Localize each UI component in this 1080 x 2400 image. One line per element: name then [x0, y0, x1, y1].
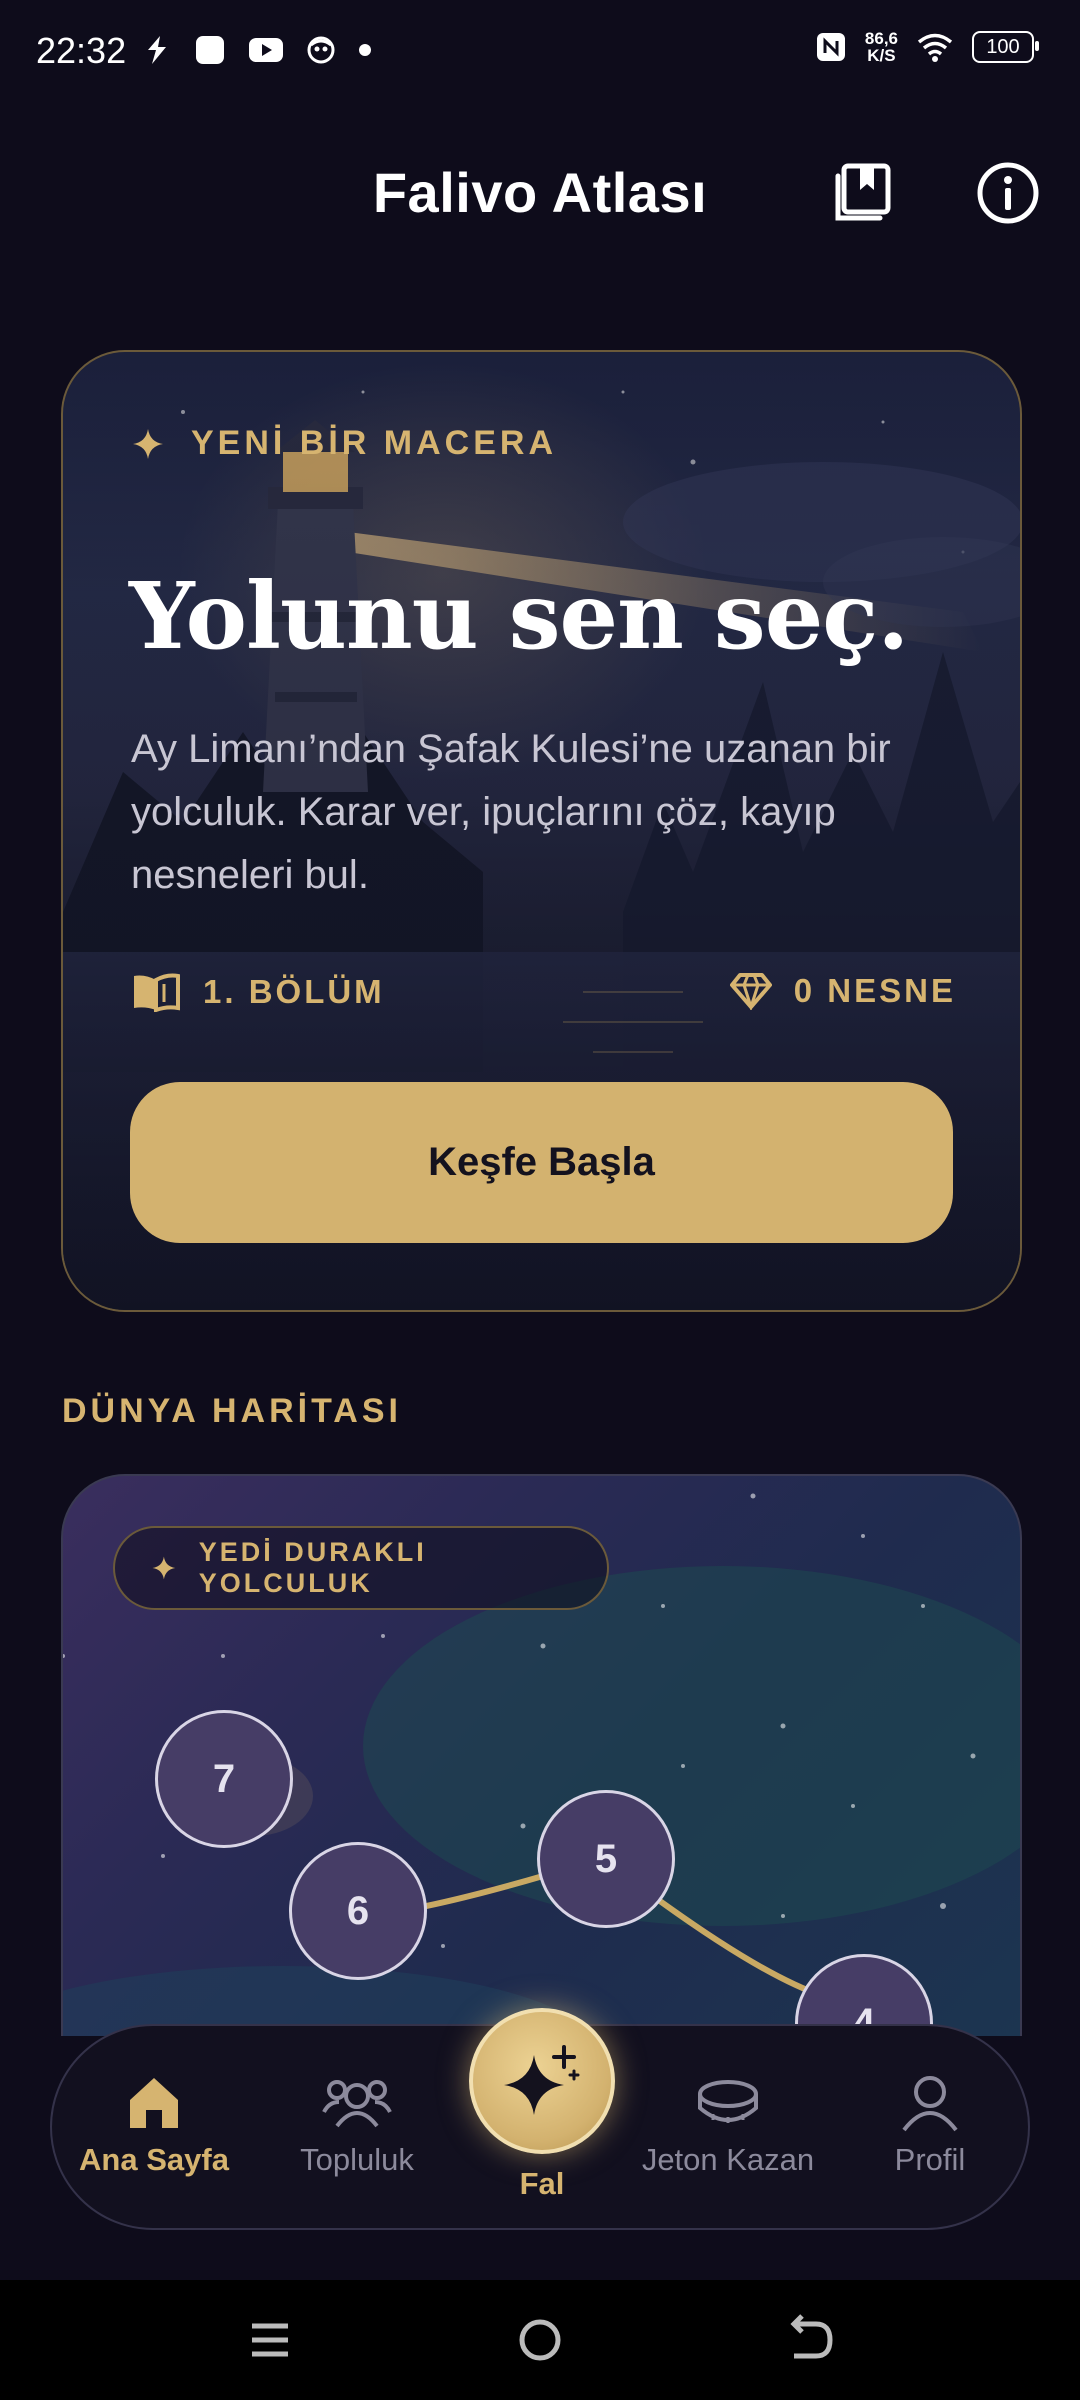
status-time: 22:32 — [36, 30, 127, 71]
journey-chip: YEDİ DURAKLI YOLCULUK — [113, 1526, 609, 1610]
back-arrow-icon — [790, 2314, 833, 2359]
smiley-icon — [307, 36, 335, 64]
nav-fortune-button[interactable] — [469, 2008, 615, 2154]
page-title: Falivo Atlası — [372, 161, 708, 224]
status-system-icons: 86,6 K/S 100 — [815, 30, 1039, 64]
wifi-icon — [917, 33, 953, 62]
circle-home-icon — [519, 2319, 561, 2361]
dot-icon — [359, 44, 371, 56]
nav-community-label: Topluluk — [300, 2142, 414, 2177]
sparkle-icon — [133, 428, 163, 459]
system-navigation-bar — [0, 2280, 1080, 2400]
start-exploring-button[interactable]: Keşfe Başla — [130, 1082, 953, 1243]
info-icon — [977, 162, 1039, 224]
chapter-label: 1. BÖLÜM — [203, 973, 385, 1010]
coin-icon — [698, 2080, 758, 2123]
network-speed-unit: K/S — [867, 46, 896, 65]
menu-icon — [252, 2323, 288, 2357]
recents-button[interactable] — [240, 2310, 300, 2370]
hero-tag: YENİ BİR MACERA — [131, 424, 557, 463]
chapter-indicator: 1. BÖLÜM — [131, 972, 385, 1012]
hero-description: Ay Limanı’ndan Şafak Kulesi’ne uzanan bi… — [131, 727, 891, 897]
back-button[interactable] — [780, 2310, 840, 2370]
nav-community[interactable]: Topluluk — [257, 2070, 457, 2178]
sparkle-icon — [152, 1556, 176, 1580]
hero-tag-label: YENİ BİR MACERA — [191, 424, 558, 462]
map-node-7[interactable]: 7 — [155, 1710, 293, 1848]
bolt-icon — [148, 36, 166, 64]
home-icon — [130, 2078, 178, 2128]
map-node-6[interactable]: 6 — [289, 1842, 427, 1980]
saved-stories-button[interactable] — [830, 160, 896, 226]
items-indicator: 0 NESNE — [729, 972, 956, 1010]
bookmark-book-icon — [835, 163, 891, 221]
hero-title: Yolunu sen seç. — [129, 562, 909, 670]
nav-earn-coins[interactable]: Jeton Kazan — [628, 2070, 828, 2178]
status-notification-icons — [142, 34, 372, 66]
world-map-section-title: DÜNYA HARİTASI — [62, 1392, 402, 1430]
youtube-icon — [249, 38, 283, 62]
nav-earn-coins-label: Jeton Kazan — [641, 2142, 815, 2177]
nav-fortune-label: Fal — [519, 2166, 565, 2201]
network-speed-value: 86,6 — [864, 29, 898, 48]
journey-chip-label: YEDİ DURAKLI YOLCULUK — [198, 1537, 427, 1598]
nav-profile[interactable]: Profil — [830, 2070, 1030, 2178]
profile-icon — [902, 2076, 958, 2132]
bottom-navigation: Ana Sayfa Topluluk Fal Jeton Kazan Profi… — [50, 2008, 1030, 2230]
battery-level: 100 — [986, 35, 1020, 58]
open-book-icon — [134, 973, 180, 1012]
diamond-icon — [729, 973, 772, 1010]
adventure-hero-card: YENİ BİR MACERA Yolunu sen seç. Ay Liman… — [61, 350, 1022, 1312]
community-icon — [322, 2080, 392, 2128]
map-node-5[interactable]: 5 — [537, 1790, 675, 1928]
info-button[interactable] — [975, 160, 1041, 226]
nav-profile-label: Profil — [894, 2142, 966, 2177]
app-square-icon — [196, 36, 224, 64]
status-bar: 22:32 86,6 K/S 100 — [0, 0, 1080, 100]
nav-home[interactable]: Ana Sayfa — [54, 2070, 254, 2178]
sparkle-icon — [504, 2045, 580, 2115]
nav-home-label: Ana Sayfa — [79, 2142, 229, 2177]
nfc-icon — [816, 33, 845, 61]
network-speed: 86,6 K/S — [865, 30, 898, 64]
battery-icon: 100 — [972, 31, 1039, 63]
world-map-card[interactable]: YEDİ DURAKLI YOLCULUK 7 6 5 4 — [61, 1474, 1022, 2036]
home-button[interactable] — [510, 2310, 570, 2370]
items-label: 0 NESNE — [793, 972, 956, 1009]
